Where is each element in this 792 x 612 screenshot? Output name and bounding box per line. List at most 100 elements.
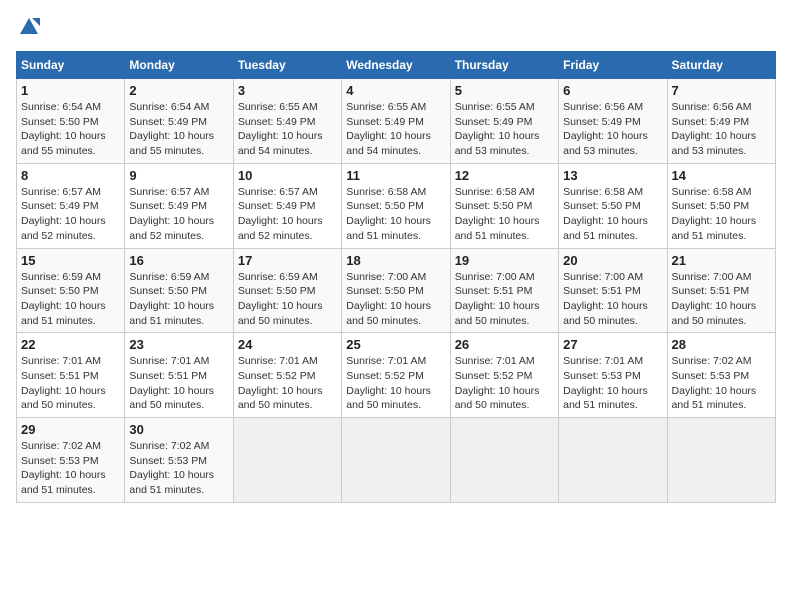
day-number: 22 bbox=[21, 337, 120, 352]
week-row-3: 15 Sunrise: 6:59 AMSunset: 5:50 PMDaylig… bbox=[17, 248, 776, 333]
calendar-cell: 18 Sunrise: 7:00 AMSunset: 5:50 PMDaylig… bbox=[342, 248, 450, 333]
calendar-cell: 1 Sunrise: 6:54 AMSunset: 5:50 PMDayligh… bbox=[17, 79, 125, 164]
calendar-cell: 21 Sunrise: 7:00 AMSunset: 5:51 PMDaylig… bbox=[667, 248, 775, 333]
day-info: Sunrise: 6:59 AMSunset: 5:50 PMDaylight:… bbox=[21, 271, 106, 327]
calendar-cell: 2 Sunrise: 6:54 AMSunset: 5:49 PMDayligh… bbox=[125, 79, 233, 164]
day-number: 30 bbox=[129, 422, 228, 437]
day-number: 4 bbox=[346, 83, 445, 98]
calendar-cell: 28 Sunrise: 7:02 AMSunset: 5:53 PMDaylig… bbox=[667, 333, 775, 418]
day-info: Sunrise: 7:00 AMSunset: 5:50 PMDaylight:… bbox=[346, 271, 431, 327]
day-info: Sunrise: 7:01 AMSunset: 5:52 PMDaylight:… bbox=[238, 355, 323, 411]
day-info: Sunrise: 6:57 AMSunset: 5:49 PMDaylight:… bbox=[21, 186, 106, 242]
week-row-4: 22 Sunrise: 7:01 AMSunset: 5:51 PMDaylig… bbox=[17, 333, 776, 418]
day-info: Sunrise: 7:01 AMSunset: 5:52 PMDaylight:… bbox=[455, 355, 540, 411]
day-number: 12 bbox=[455, 168, 554, 183]
day-number: 17 bbox=[238, 253, 337, 268]
calendar-cell: 12 Sunrise: 6:58 AMSunset: 5:50 PMDaylig… bbox=[450, 163, 558, 248]
day-info: Sunrise: 7:01 AMSunset: 5:51 PMDaylight:… bbox=[21, 355, 106, 411]
day-info: Sunrise: 7:02 AMSunset: 5:53 PMDaylight:… bbox=[672, 355, 757, 411]
day-info: Sunrise: 6:55 AMSunset: 5:49 PMDaylight:… bbox=[346, 101, 431, 157]
day-number: 27 bbox=[563, 337, 662, 352]
day-number: 14 bbox=[672, 168, 771, 183]
day-info: Sunrise: 7:00 AMSunset: 5:51 PMDaylight:… bbox=[672, 271, 757, 327]
calendar-cell: 16 Sunrise: 6:59 AMSunset: 5:50 PMDaylig… bbox=[125, 248, 233, 333]
weekday-header-thursday: Thursday bbox=[450, 52, 558, 79]
calendar-cell: 10 Sunrise: 6:57 AMSunset: 5:49 PMDaylig… bbox=[233, 163, 341, 248]
calendar-cell: 9 Sunrise: 6:57 AMSunset: 5:49 PMDayligh… bbox=[125, 163, 233, 248]
calendar-cell: 6 Sunrise: 6:56 AMSunset: 5:49 PMDayligh… bbox=[559, 79, 667, 164]
calendar-cell bbox=[559, 418, 667, 503]
day-info: Sunrise: 7:00 AMSunset: 5:51 PMDaylight:… bbox=[563, 271, 648, 327]
week-row-5: 29 Sunrise: 7:02 AMSunset: 5:53 PMDaylig… bbox=[17, 418, 776, 503]
day-number: 24 bbox=[238, 337, 337, 352]
week-row-2: 8 Sunrise: 6:57 AMSunset: 5:49 PMDayligh… bbox=[17, 163, 776, 248]
day-number: 16 bbox=[129, 253, 228, 268]
day-number: 11 bbox=[346, 168, 445, 183]
day-info: Sunrise: 6:56 AMSunset: 5:49 PMDaylight:… bbox=[563, 101, 648, 157]
calendar-cell: 8 Sunrise: 6:57 AMSunset: 5:49 PMDayligh… bbox=[17, 163, 125, 248]
calendar-cell: 24 Sunrise: 7:01 AMSunset: 5:52 PMDaylig… bbox=[233, 333, 341, 418]
day-info: Sunrise: 6:59 AMSunset: 5:50 PMDaylight:… bbox=[238, 271, 323, 327]
day-number: 10 bbox=[238, 168, 337, 183]
calendar-cell: 26 Sunrise: 7:01 AMSunset: 5:52 PMDaylig… bbox=[450, 333, 558, 418]
header-row: SundayMondayTuesdayWednesdayThursdayFrid… bbox=[17, 52, 776, 79]
logo-icon bbox=[18, 16, 40, 38]
day-info: Sunrise: 6:58 AMSunset: 5:50 PMDaylight:… bbox=[672, 186, 757, 242]
day-info: Sunrise: 7:01 AMSunset: 5:53 PMDaylight:… bbox=[563, 355, 648, 411]
calendar-table: SundayMondayTuesdayWednesdayThursdayFrid… bbox=[16, 51, 776, 503]
day-number: 1 bbox=[21, 83, 120, 98]
weekday-header-monday: Monday bbox=[125, 52, 233, 79]
calendar-cell: 13 Sunrise: 6:58 AMSunset: 5:50 PMDaylig… bbox=[559, 163, 667, 248]
day-number: 5 bbox=[455, 83, 554, 98]
day-info: Sunrise: 6:58 AMSunset: 5:50 PMDaylight:… bbox=[455, 186, 540, 242]
day-number: 6 bbox=[563, 83, 662, 98]
day-number: 18 bbox=[346, 253, 445, 268]
calendar-cell bbox=[342, 418, 450, 503]
calendar-cell bbox=[450, 418, 558, 503]
weekday-header-sunday: Sunday bbox=[17, 52, 125, 79]
day-info: Sunrise: 6:58 AMSunset: 5:50 PMDaylight:… bbox=[346, 186, 431, 242]
calendar-cell: 30 Sunrise: 7:02 AMSunset: 5:53 PMDaylig… bbox=[125, 418, 233, 503]
calendar-cell: 3 Sunrise: 6:55 AMSunset: 5:49 PMDayligh… bbox=[233, 79, 341, 164]
day-number: 2 bbox=[129, 83, 228, 98]
day-number: 20 bbox=[563, 253, 662, 268]
day-number: 21 bbox=[672, 253, 771, 268]
calendar-cell: 27 Sunrise: 7:01 AMSunset: 5:53 PMDaylig… bbox=[559, 333, 667, 418]
day-number: 8 bbox=[21, 168, 120, 183]
day-info: Sunrise: 6:56 AMSunset: 5:49 PMDaylight:… bbox=[672, 101, 757, 157]
day-info: Sunrise: 7:02 AMSunset: 5:53 PMDaylight:… bbox=[21, 440, 106, 496]
day-info: Sunrise: 6:54 AMSunset: 5:49 PMDaylight:… bbox=[129, 101, 214, 157]
day-info: Sunrise: 6:58 AMSunset: 5:50 PMDaylight:… bbox=[563, 186, 648, 242]
calendar-cell bbox=[233, 418, 341, 503]
calendar-cell: 4 Sunrise: 6:55 AMSunset: 5:49 PMDayligh… bbox=[342, 79, 450, 164]
day-number: 29 bbox=[21, 422, 120, 437]
day-number: 7 bbox=[672, 83, 771, 98]
day-number: 26 bbox=[455, 337, 554, 352]
calendar-cell: 11 Sunrise: 6:58 AMSunset: 5:50 PMDaylig… bbox=[342, 163, 450, 248]
header bbox=[16, 16, 776, 43]
calendar-cell: 25 Sunrise: 7:01 AMSunset: 5:52 PMDaylig… bbox=[342, 333, 450, 418]
day-number: 9 bbox=[129, 168, 228, 183]
logo bbox=[16, 16, 40, 43]
day-info: Sunrise: 7:01 AMSunset: 5:52 PMDaylight:… bbox=[346, 355, 431, 411]
weekday-header-friday: Friday bbox=[559, 52, 667, 79]
day-number: 23 bbox=[129, 337, 228, 352]
calendar-cell: 20 Sunrise: 7:00 AMSunset: 5:51 PMDaylig… bbox=[559, 248, 667, 333]
calendar-cell: 15 Sunrise: 6:59 AMSunset: 5:50 PMDaylig… bbox=[17, 248, 125, 333]
calendar-cell: 14 Sunrise: 6:58 AMSunset: 5:50 PMDaylig… bbox=[667, 163, 775, 248]
day-info: Sunrise: 6:57 AMSunset: 5:49 PMDaylight:… bbox=[129, 186, 214, 242]
calendar-cell: 19 Sunrise: 7:00 AMSunset: 5:51 PMDaylig… bbox=[450, 248, 558, 333]
day-info: Sunrise: 6:54 AMSunset: 5:50 PMDaylight:… bbox=[21, 101, 106, 157]
day-info: Sunrise: 6:59 AMSunset: 5:50 PMDaylight:… bbox=[129, 271, 214, 327]
day-info: Sunrise: 7:00 AMSunset: 5:51 PMDaylight:… bbox=[455, 271, 540, 327]
day-number: 3 bbox=[238, 83, 337, 98]
weekday-header-saturday: Saturday bbox=[667, 52, 775, 79]
calendar-cell: 29 Sunrise: 7:02 AMSunset: 5:53 PMDaylig… bbox=[17, 418, 125, 503]
weekday-header-tuesday: Tuesday bbox=[233, 52, 341, 79]
weekday-header-wednesday: Wednesday bbox=[342, 52, 450, 79]
calendar-cell: 7 Sunrise: 6:56 AMSunset: 5:49 PMDayligh… bbox=[667, 79, 775, 164]
week-row-1: 1 Sunrise: 6:54 AMSunset: 5:50 PMDayligh… bbox=[17, 79, 776, 164]
calendar-cell: 17 Sunrise: 6:59 AMSunset: 5:50 PMDaylig… bbox=[233, 248, 341, 333]
calendar-cell: 22 Sunrise: 7:01 AMSunset: 5:51 PMDaylig… bbox=[17, 333, 125, 418]
day-number: 15 bbox=[21, 253, 120, 268]
